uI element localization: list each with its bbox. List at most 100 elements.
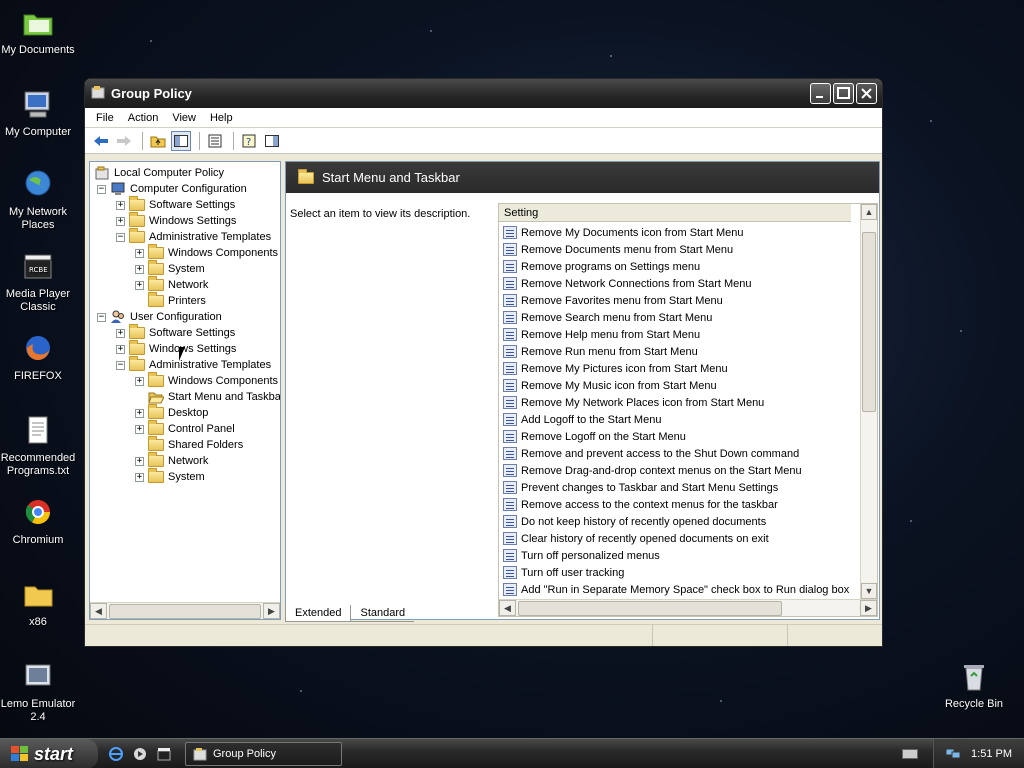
setting-row[interactable]: Remove programs on Settings menu — [503, 258, 700, 275]
tree-node-computer-configuration[interactable]: − Computer Configuration — [97, 181, 247, 197]
expand-toggle[interactable]: + — [116, 200, 125, 210]
expand-toggle[interactable]: + — [135, 280, 144, 290]
menu-action[interactable]: Action — [121, 112, 166, 124]
taskbar-button-group-policy[interactable]: Group Policy — [185, 742, 342, 766]
desktop-icon-firefox[interactable]: FIREFOX — [0, 332, 76, 383]
tree-node-shared-folders[interactable]: Shared Folders — [148, 436, 243, 453]
scroll-right-button[interactable]: ▶ — [860, 600, 877, 616]
expand-toggle[interactable]: + — [135, 408, 144, 418]
desktop-icon-recommended-programs[interactable]: Recommended Programs.txt — [0, 414, 76, 478]
up-one-level-button[interactable] — [148, 131, 168, 151]
expand-toggle[interactable]: + — [116, 328, 125, 338]
setting-row[interactable]: Remove My Pictures icon from Start Menu — [503, 360, 728, 377]
scroll-down-button[interactable]: ▼ — [861, 583, 877, 599]
expand-toggle[interactable]: + — [135, 424, 144, 434]
setting-row[interactable]: Remove access to the context menus for t… — [503, 496, 778, 513]
menu-file[interactable]: File — [89, 112, 121, 124]
setting-row[interactable]: Do not keep history of recently opened d… — [503, 513, 766, 530]
settings-horizontal-scrollbar[interactable]: ◀ ▶ — [499, 599, 877, 616]
setting-row[interactable]: Add Logoff to the Start Menu — [503, 411, 661, 428]
desktop-icon-recycle-bin[interactable]: Recycle Bin — [936, 660, 1012, 711]
setting-row[interactable]: Turn off user tracking — [503, 564, 624, 581]
desktop-icon-chromium[interactable]: Chromium — [0, 496, 76, 547]
setting-row[interactable]: Prevent changes to Taskbar and Start Men… — [503, 479, 778, 496]
clock[interactable]: 1:51 PM — [971, 748, 1012, 760]
show-hide-action-pane-button[interactable] — [262, 131, 282, 151]
title-bar[interactable]: Group Policy — [85, 79, 882, 108]
setting-row[interactable]: Remove Help menu from Start Menu — [503, 326, 700, 343]
setting-row[interactable]: Remove and prevent access to the Shut Do… — [503, 445, 799, 462]
tree-node-local-computer-policy[interactable]: Local Computer Policy — [94, 165, 224, 181]
network-tray-icon[interactable] — [945, 746, 961, 763]
tree-node-administrative-templates[interactable]: − Administrative Templates — [116, 228, 271, 245]
tree-node-windows-components[interactable]: + Windows Components — [135, 244, 278, 261]
setting-row[interactable]: Remove My Music icon from Start Menu — [503, 377, 717, 394]
help-button[interactable]: ? — [239, 131, 259, 151]
scroll-left-button[interactable]: ◀ — [499, 600, 516, 616]
menu-view[interactable]: View — [165, 112, 203, 124]
forward-button[interactable] — [114, 131, 134, 151]
keyboard-icon[interactable] — [902, 748, 918, 760]
tree-node-start-menu-and-taskbar[interactable]: Start Menu and Taskbar — [148, 389, 280, 405]
setting-row[interactable]: Remove Logoff on the Start Menu — [503, 428, 686, 445]
expand-toggle[interactable]: + — [135, 456, 144, 466]
tree-node-windows-components[interactable]: + Windows Components — [135, 372, 278, 389]
expand-toggle[interactable]: + — [135, 376, 144, 386]
scroll-thumb[interactable] — [518, 600, 782, 616]
desktop-icon-my-network-places[interactable]: My Network Places — [0, 168, 76, 232]
desktop-icon-my-documents[interactable]: My Documents — [0, 6, 76, 57]
scroll-left-button[interactable]: ◀ — [90, 603, 107, 619]
menu-help[interactable]: Help — [203, 112, 240, 124]
setting-row[interactable]: Remove My Documents icon from Start Menu — [503, 224, 744, 241]
collapse-toggle[interactable]: − — [97, 312, 106, 322]
quick-launch-ie-icon[interactable] — [108, 746, 124, 762]
back-button[interactable] — [91, 131, 111, 151]
tree-node-network[interactable]: + Network — [135, 276, 208, 293]
column-header-setting[interactable]: Setting — [499, 204, 851, 222]
tree-node-control-panel[interactable]: + Control Panel — [135, 420, 235, 437]
tab-standard[interactable]: Standard — [351, 605, 415, 622]
collapse-toggle[interactable]: − — [97, 184, 106, 194]
export-list-button[interactable] — [205, 131, 225, 151]
desktop-icon-x86[interactable]: x86 — [0, 578, 76, 629]
setting-row[interactable]: Remove Search menu from Start Menu — [503, 309, 712, 326]
tab-extended[interactable]: Extended — [285, 605, 352, 622]
tree-node-desktop[interactable]: + Desktop — [135, 404, 208, 421]
expand-toggle[interactable]: + — [135, 264, 144, 274]
tree-node-windows-settings[interactable]: + Windows Settings — [116, 340, 236, 357]
setting-row[interactable]: Clear history of recently opened documen… — [503, 530, 769, 547]
tree-node-user-configuration[interactable]: − User Configuration — [97, 309, 222, 325]
settings-vertical-scrollbar[interactable]: ▲ ▼ — [860, 204, 877, 599]
setting-row[interactable]: Remove Documents menu from Start Menu — [503, 241, 733, 258]
setting-row[interactable]: Remove Favorites menu from Start Menu — [503, 292, 723, 309]
desktop-icon-media-player-classic[interactable]: RCBE Media Player Classic — [0, 250, 76, 314]
tree-node-network[interactable]: + Network — [135, 452, 208, 469]
desktop-icon-my-computer[interactable]: My Computer — [0, 88, 76, 139]
start-button[interactable]: start — [0, 739, 98, 768]
desktop-icon-lemo-emulator[interactable]: Lemo Emulator 2.4 — [0, 660, 76, 724]
scroll-up-button[interactable]: ▲ — [861, 204, 877, 220]
tree-node-system[interactable]: + System — [135, 260, 205, 277]
maximize-button[interactable] — [833, 83, 854, 104]
scroll-thumb[interactable] — [109, 603, 261, 619]
setting-row[interactable]: Remove Run menu from Start Menu — [503, 343, 698, 360]
expand-toggle[interactable]: + — [135, 248, 144, 258]
scroll-right-button[interactable]: ▶ — [263, 603, 280, 619]
quick-launch-media-player-icon[interactable] — [132, 746, 148, 762]
tree-node-software-settings[interactable]: + Software Settings — [116, 196, 235, 213]
minimize-button[interactable] — [810, 83, 831, 104]
setting-row[interactable]: Remove My Network Places icon from Start… — [503, 394, 764, 411]
expand-toggle[interactable]: + — [135, 472, 144, 482]
tree-node-printers[interactable]: Printers — [148, 292, 206, 309]
tree-horizontal-scrollbar[interactable]: ◀ ▶ — [90, 602, 280, 619]
expand-toggle[interactable]: + — [116, 344, 125, 354]
quick-launch-clapper-icon[interactable] — [156, 746, 172, 762]
tree-node-system[interactable]: + System — [135, 468, 205, 485]
tree-node-software-settings[interactable]: + Software Settings — [116, 324, 235, 341]
scroll-thumb[interactable] — [862, 232, 876, 412]
setting-row[interactable]: Remove Drag-and-drop context menus on th… — [503, 462, 802, 479]
tree-node-administrative-templates[interactable]: − Administrative Templates — [116, 356, 271, 373]
expand-toggle[interactable]: + — [116, 216, 125, 226]
setting-row[interactable]: Remove Network Connections from Start Me… — [503, 275, 751, 292]
setting-row[interactable]: Add "Run in Separate Memory Space" check… — [503, 581, 849, 598]
